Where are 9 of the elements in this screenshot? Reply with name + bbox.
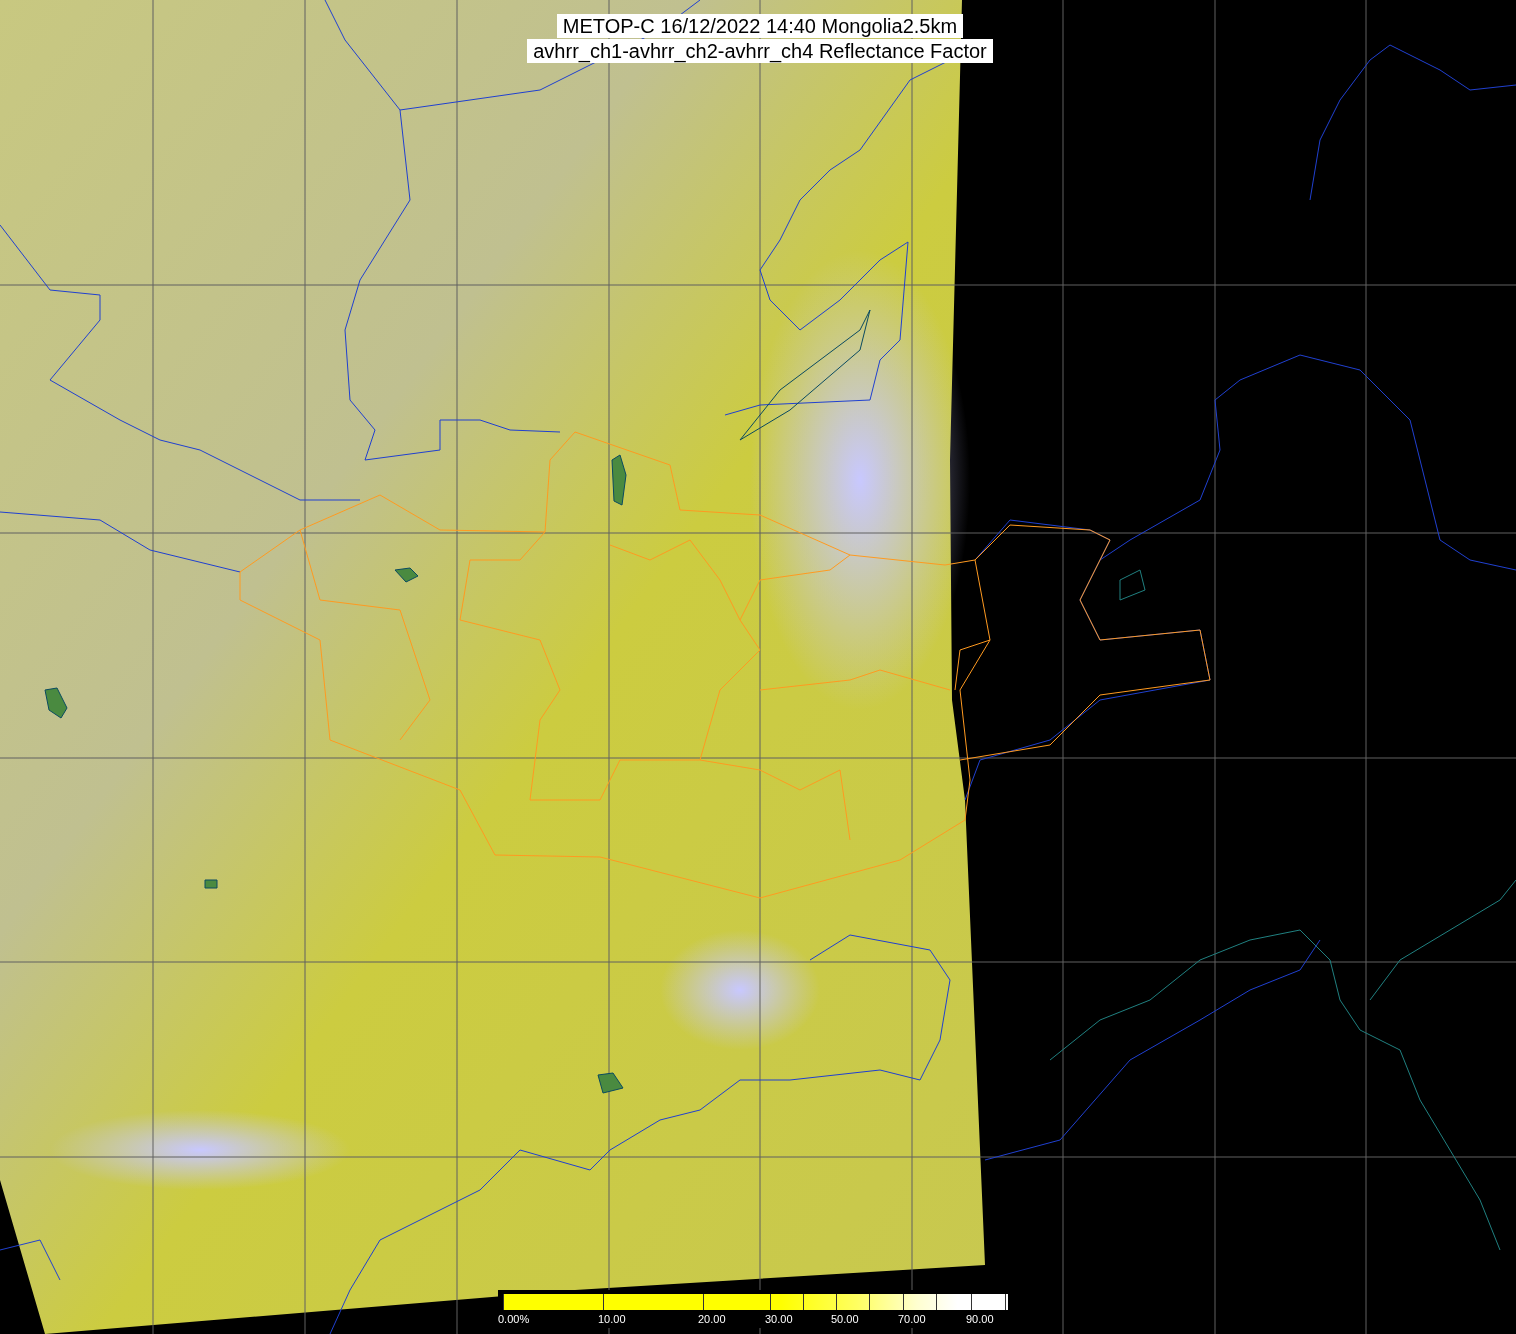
title-text: avhrr_ch1-avhrr_ch2-avhrr_ch4 Reflectance Factor [527,39,993,63]
tick-label: 50.00 [831,1312,859,1326]
tick-label: 70.00 [898,1312,926,1326]
tick-label: 10.00 [598,1312,626,1326]
title-text: METOP-C 16/12/2022 14:40 Mongolia2.5km [556,14,964,38]
tick-label: 0.00% [498,1312,530,1326]
tick-label: 90.00 [966,1312,994,1326]
tick-label: 20.00 [698,1312,726,1326]
tick-label: 30.00 [765,1312,793,1326]
